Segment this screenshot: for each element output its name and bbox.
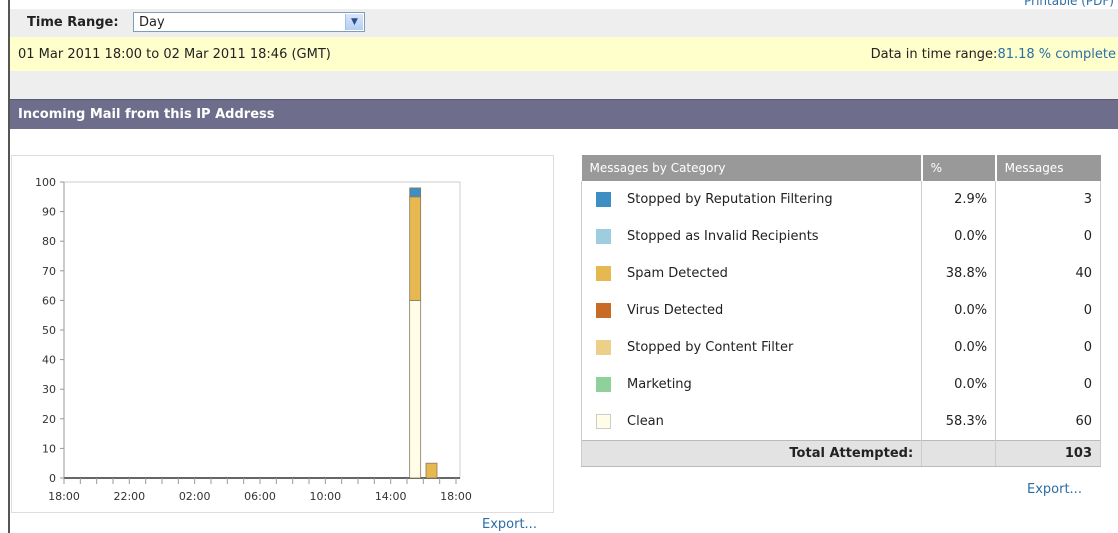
- percent-cell: 58.3%: [921, 403, 997, 441]
- messages-cell: 0: [995, 292, 1101, 329]
- time-period-text: 01 Mar 2011 18:00 to 02 Mar 2011 18:46 (…: [18, 47, 331, 62]
- x-tick-label: 14:00: [375, 490, 407, 503]
- chart-container: 0 10 20 30 40 50 60 70 80 90 100 18:00 22:00 02:00 06:…: [11, 155, 554, 513]
- total-percent: [921, 440, 997, 467]
- messages-cell: 60: [995, 403, 1101, 441]
- y-tick-label: 80: [42, 235, 56, 248]
- table-export-link[interactable]: Export...: [1027, 482, 1082, 497]
- category-label: Spam Detected: [627, 266, 728, 281]
- x-tick-label: 22:00: [113, 490, 145, 503]
- category-label: Marketing: [627, 377, 692, 392]
- category-label: Clean: [627, 414, 664, 429]
- x-tick-label: 10:00: [309, 490, 341, 503]
- printable-pdf-link[interactable]: Printable (PDF): [1024, 0, 1114, 8]
- table-row: Stopped as Invalid Recipients 0.0% 0: [580, 218, 1101, 255]
- category-label: Stopped as Invalid Recipients: [627, 229, 819, 244]
- category-cell: Stopped as Invalid Recipients: [580, 218, 923, 255]
- data-completeness: Data in time range:81.18 % complete: [871, 47, 1116, 62]
- bar-segment-spam-detected: [409, 196, 422, 301]
- y-tick-label: 40: [42, 354, 56, 367]
- category-label: Virus Detected: [627, 303, 724, 318]
- chart-export-link[interactable]: Export...: [482, 517, 537, 532]
- messages-cell: 0: [995, 329, 1101, 366]
- x-tick-label: 02:00: [179, 490, 211, 503]
- category-cell: Spam Detected: [580, 255, 923, 292]
- category-color-swatch: [596, 340, 611, 355]
- x-tick-label: 18:00: [440, 490, 472, 503]
- plot-area: [63, 181, 461, 479]
- column-header-messages[interactable]: Messages: [995, 155, 1101, 181]
- category-color-swatch: [596, 229, 611, 244]
- bar-segment-stopped-by-reputation-filtering: [409, 187, 422, 198]
- percent-cell: 38.8%: [921, 255, 997, 292]
- column-header-percent[interactable]: %: [921, 155, 997, 181]
- incoming-mail-chart: 0 10 20 30 40 50 60 70 80 90 100 18:00 22:00 02:00 06:…: [35, 176, 472, 503]
- spacer-strip: [10, 71, 1118, 99]
- y-tick-label: 30: [42, 383, 56, 396]
- messages-cell: 40: [995, 255, 1101, 292]
- percent-cell: 0.0%: [921, 292, 997, 329]
- percent-cell: 0.0%: [921, 329, 997, 366]
- y-tick-label: 90: [42, 206, 56, 219]
- category-cell: Marketing: [580, 366, 923, 403]
- category-label: Stopped by Reputation Filtering: [627, 192, 833, 207]
- y-tick-label: 20: [42, 413, 56, 426]
- y-tick-label: 70: [42, 265, 56, 278]
- bar-segment-spam-detected: [425, 462, 438, 479]
- y-tick-label: 60: [42, 294, 56, 307]
- category-label: Stopped by Content Filter: [627, 340, 794, 355]
- completeness-value: 81.18 % complete: [997, 47, 1116, 62]
- messages-cell: 0: [995, 366, 1101, 403]
- table-row: Clean 58.3% 60: [580, 403, 1101, 441]
- total-messages: 103: [995, 440, 1101, 467]
- table-row: Spam Detected 38.8% 40: [580, 255, 1101, 292]
- table-row: Marketing 0.0% 0: [580, 366, 1101, 403]
- category-cell: Clean: [580, 403, 923, 441]
- percent-cell: 2.9%: [921, 181, 997, 218]
- table-row: Virus Detected 0.0% 0: [580, 292, 1101, 329]
- x-tick-label: 18:00: [48, 490, 80, 503]
- category-color-swatch: [596, 377, 611, 392]
- percent-cell: 0.0%: [921, 366, 997, 403]
- category-cell: Stopped by Content Filter: [580, 329, 923, 366]
- total-label: Total Attempted:: [580, 440, 923, 467]
- percent-cell: 0.0%: [921, 218, 997, 255]
- time-range-select[interactable]: Day ▼: [133, 12, 365, 32]
- category-cell: Stopped by Reputation Filtering: [580, 181, 923, 218]
- table-row: Stopped by Reputation Filtering 2.9% 3: [580, 181, 1101, 218]
- category-cell: Virus Detected: [580, 292, 923, 329]
- category-color-swatch: [596, 303, 611, 318]
- x-tick-label: 06:00: [244, 490, 276, 503]
- messages-by-category-table: Messages by Category % Messages Stopped …: [580, 155, 1101, 467]
- y-tick-label: 10: [42, 442, 56, 455]
- table-row: Stopped by Content Filter 0.0% 0: [580, 329, 1101, 366]
- messages-cell: 3: [995, 181, 1101, 218]
- category-color-swatch: [596, 266, 611, 281]
- chevron-down-icon[interactable]: ▼: [345, 14, 363, 30]
- y-tick-label: 100: [35, 176, 56, 189]
- time-range-label: Time Range:: [27, 15, 119, 30]
- y-tick-label: 50: [42, 324, 56, 337]
- time-range-value: Day: [139, 15, 165, 30]
- section-title: Incoming Mail from this IP Address: [18, 107, 275, 122]
- y-tick-label: 0: [49, 472, 56, 485]
- bar-segment-clean: [409, 299, 422, 479]
- column-header-category[interactable]: Messages by Category: [581, 155, 923, 181]
- messages-cell: 0: [995, 218, 1101, 255]
- total-row: Total Attempted: 103: [580, 440, 1101, 467]
- category-color-swatch: [596, 192, 611, 207]
- category-color-swatch: [596, 414, 611, 429]
- data-in-range-label: Data in time range:: [870, 47, 998, 62]
